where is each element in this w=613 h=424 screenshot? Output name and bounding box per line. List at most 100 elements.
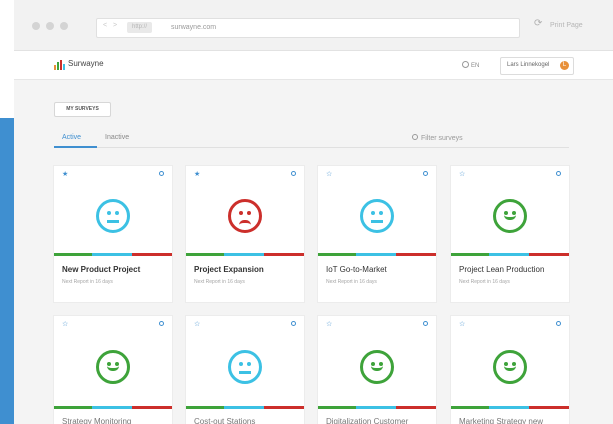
status-bar-segment (186, 253, 224, 256)
mood-happy-face-icon (96, 350, 130, 384)
window-maximize-dot[interactable] (60, 22, 68, 30)
face-mouth (107, 220, 119, 223)
status-bar-segment (224, 406, 264, 409)
status-bar-segment (451, 406, 489, 409)
gear-icon[interactable] (556, 321, 561, 326)
star-filled-icon[interactable]: ★ (62, 171, 68, 179)
face-mouth (504, 215, 516, 220)
face-mouth (371, 220, 383, 223)
status-bar-segment (489, 406, 529, 409)
status-bar-segment (318, 253, 356, 256)
window-minimize-dot[interactable] (46, 22, 54, 30)
gear-icon[interactable] (159, 321, 164, 326)
status-bar-segment (132, 253, 172, 256)
gear-icon[interactable] (423, 171, 428, 176)
status-color-bar (318, 253, 436, 256)
face-eye (371, 211, 375, 215)
gear-icon[interactable] (423, 321, 428, 326)
status-bar-segment (264, 406, 304, 409)
gear-icon[interactable] (291, 171, 296, 176)
face-eye (239, 362, 243, 366)
star-outline-icon[interactable]: ☆ (326, 171, 332, 179)
reload-icon[interactable]: ⟳ (534, 18, 542, 29)
active-tab-indicator (54, 146, 97, 148)
status-bar-segment (132, 406, 172, 409)
status-bar-segment (186, 406, 224, 409)
globe-icon (462, 61, 469, 68)
card-subtitle: Next Report in 16 days (459, 279, 510, 285)
gear-icon[interactable] (556, 171, 561, 176)
my-surveys-button[interactable]: MY SURVEYS (54, 102, 111, 117)
status-bar-segment (264, 253, 304, 256)
search-icon (412, 134, 418, 140)
star-outline-icon[interactable]: ☆ (326, 321, 332, 329)
card-title[interactable]: Marketing Strategy new (459, 417, 543, 424)
status-bar-segment (54, 253, 92, 256)
status-bar-segment (489, 253, 529, 256)
card-title[interactable]: New Product Project (62, 265, 140, 274)
star-outline-icon[interactable]: ☆ (459, 321, 465, 329)
surwayne-logo-icon (54, 60, 65, 70)
card-title[interactable]: IoT Go-to-Market (326, 265, 387, 274)
tab-inactive[interactable]: Inactive (105, 134, 129, 141)
status-bar-segment (451, 253, 489, 256)
url-text[interactable]: surwayne.com (171, 22, 216, 33)
mood-happy-face-icon (493, 350, 527, 384)
address-bar[interactable]: < > http:// surwayne.com (96, 18, 520, 38)
face-eye (107, 211, 111, 215)
survey-card[interactable]: ☆ Digitalization Customer (318, 316, 436, 424)
survey-card[interactable]: ☆ Marketing Strategy new (451, 316, 569, 424)
star-outline-icon[interactable]: ☆ (62, 321, 68, 329)
status-color-bar (318, 406, 436, 409)
status-color-bar (54, 253, 172, 256)
tab-active[interactable]: Active (62, 134, 81, 141)
star-outline-icon[interactable]: ☆ (194, 321, 200, 329)
mood-sad-face-icon (228, 199, 262, 233)
filter-surveys-input[interactable]: Filter surveys (412, 134, 463, 142)
face-mouth (504, 366, 516, 371)
status-color-bar (451, 253, 569, 256)
language-selector[interactable]: EN (462, 61, 479, 69)
mood-happy-face-icon (360, 350, 394, 384)
face-eye (239, 211, 243, 215)
survey-card[interactable]: ★ New Product Project Next Report in 16 da… (54, 166, 172, 302)
card-title[interactable]: Digitalization Customer (326, 417, 408, 424)
status-bar-segment (356, 406, 396, 409)
status-bar-segment (356, 253, 396, 256)
star-filled-icon[interactable]: ★ (194, 171, 200, 179)
survey-card[interactable]: ☆ Project Lean Production Next Report in 1… (451, 166, 569, 302)
face-eye (247, 362, 251, 366)
status-bar-segment (529, 253, 569, 256)
protocol-chip: http:// (127, 22, 153, 33)
status-color-bar (186, 406, 304, 409)
card-title[interactable]: Cost-out Stations (194, 417, 255, 424)
back-forward-icon[interactable]: < > (103, 22, 119, 29)
print-page-link[interactable]: Print Page (550, 22, 583, 29)
status-bar-segment (529, 406, 569, 409)
gear-icon[interactable] (291, 321, 296, 326)
status-bar-segment (318, 406, 356, 409)
gear-icon[interactable] (159, 171, 164, 176)
user-menu-button[interactable]: Lars Linnekogel L (500, 57, 574, 75)
brand-name: Surwayne (68, 59, 104, 68)
face-mouth (239, 371, 251, 374)
survey-card[interactable]: ★ Project Expansion Next Report in 16 days (186, 166, 304, 302)
mood-neutral-face-icon (228, 350, 262, 384)
status-bar-segment (396, 406, 436, 409)
card-subtitle: Next Report in 16 days (62, 279, 113, 285)
face-mouth (239, 220, 251, 225)
browser-toolbar: < > http:// surwayne.com ⟳ Print Page (14, 0, 613, 51)
card-title[interactable]: Project Lean Production (459, 265, 544, 274)
survey-card[interactable]: ☆ IoT Go-to-Market Next Report in 16 days (318, 166, 436, 302)
card-title[interactable]: Strategy Monitoring (62, 417, 131, 424)
window-close-dot[interactable] (32, 22, 40, 30)
browser-window: < > http:// surwayne.com ⟳ Print Page Su… (14, 0, 613, 424)
star-outline-icon[interactable]: ☆ (459, 171, 465, 179)
user-name: Lars Linnekogel (507, 62, 550, 68)
card-title[interactable]: Project Expansion (194, 265, 264, 274)
survey-card[interactable]: ☆ Cost-out Stations (186, 316, 304, 424)
status-bar-segment (224, 253, 264, 256)
face-eye (115, 211, 119, 215)
status-bar-segment (396, 253, 436, 256)
survey-card[interactable]: ☆ Strategy Monitoring (54, 316, 172, 424)
